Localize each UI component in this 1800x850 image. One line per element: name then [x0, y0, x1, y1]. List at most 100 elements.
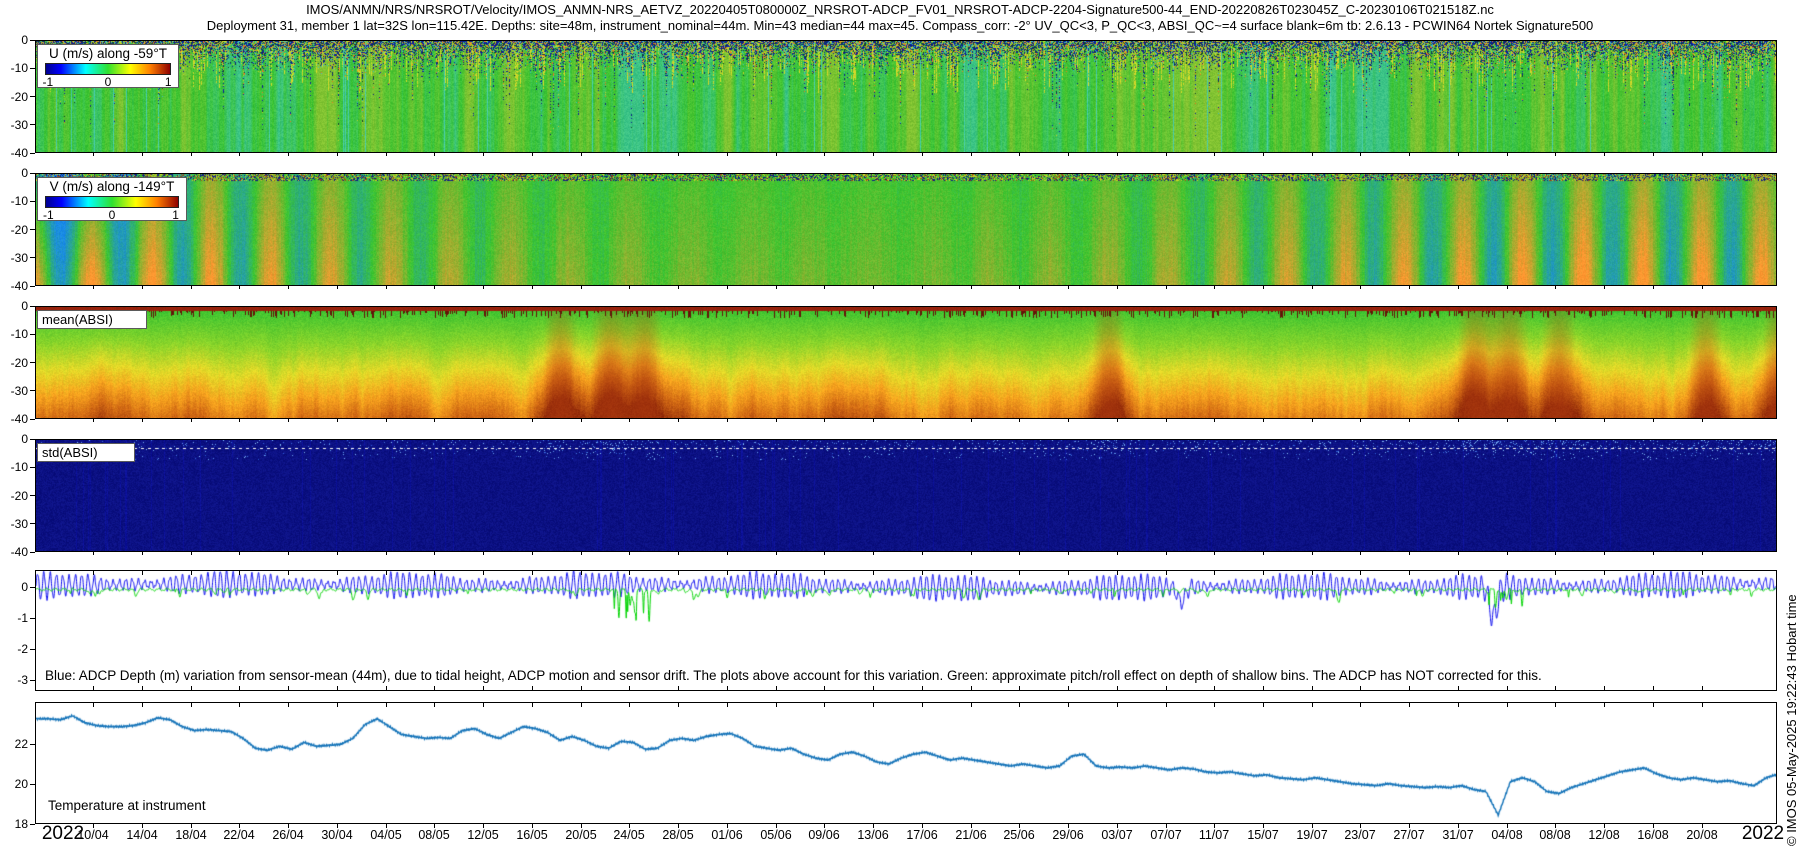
x-tick-mark: [1166, 686, 1167, 690]
y-tick-mark: [30, 419, 35, 420]
x-tick-label: 22/04: [223, 828, 255, 842]
mean-absi-label-box: mean(ABSI): [37, 310, 147, 329]
x-tick-mark: [824, 419, 825, 422]
y-tick-label: -30: [10, 251, 28, 265]
x-tick-mark: [678, 419, 679, 422]
x-tick-label: 08/08: [1539, 828, 1571, 842]
x-tick-label: 21/06: [955, 828, 987, 842]
x-tick-mark: [1214, 419, 1215, 422]
x-tick-mark: [191, 686, 192, 690]
x-tick-mark: [93, 686, 94, 690]
x-tick-mark: [1117, 552, 1118, 555]
x-tick-mark: [239, 571, 240, 575]
x-tick-label: 18/04: [175, 828, 207, 842]
x-tick-mark: [1360, 571, 1361, 575]
colorbar-tick-label: -1: [42, 75, 54, 89]
x-tick-mark: [581, 286, 582, 289]
x-tick-label: 20/05: [565, 828, 597, 842]
y-tick-mark: [30, 744, 35, 745]
y-tick-mark: [30, 306, 35, 307]
x-tick-mark: [971, 552, 972, 555]
x-tick-mark: [1458, 419, 1459, 422]
colorbar-tick-label: 0: [108, 208, 116, 222]
x-tick-mark: [971, 686, 972, 690]
x-tick-mark: [1360, 703, 1361, 707]
x-tick-mark: [239, 419, 240, 422]
y-tick-label: 18: [14, 817, 28, 831]
x-tick-mark: [142, 153, 143, 156]
u-velocity-colorbar-ticks: -1 0 1: [38, 75, 178, 89]
x-tick-mark: [337, 571, 338, 575]
x-tick-mark: [776, 703, 777, 707]
std-absi-label-box: std(ABSI): [37, 443, 135, 462]
x-tick-mark: [727, 153, 728, 156]
x-tick-mark: [1604, 571, 1605, 575]
y-tick-mark: [30, 257, 35, 258]
colorbar-tick-label: -1: [43, 208, 54, 222]
x-tick-mark: [1507, 571, 1508, 575]
x-tick-mark: [776, 153, 777, 156]
panel-mean-absi: [35, 306, 1777, 419]
x-tick-mark: [1019, 571, 1020, 575]
x-tick-label: 11/07: [1198, 828, 1230, 842]
x-tick-mark: [1702, 703, 1703, 707]
x-tick-mark: [1019, 419, 1020, 422]
x-tick-mark: [483, 286, 484, 289]
y-tick-label: -10: [10, 194, 28, 208]
y-tick-mark: [30, 362, 35, 363]
x-tick-mark: [824, 552, 825, 555]
x-tick-label: 17/06: [906, 828, 938, 842]
x-tick-mark: [239, 286, 240, 289]
x-tick-label: 29/06: [1052, 828, 1084, 842]
x-tick-mark: [1458, 552, 1459, 555]
x-tick-mark: [337, 419, 338, 422]
x-tick-mark: [191, 153, 192, 156]
y-tick-label: -30: [10, 118, 28, 132]
x-tick-mark: [1214, 686, 1215, 690]
x-tick-label: 27/07: [1393, 828, 1425, 842]
x-tick-label: 24/05: [613, 828, 645, 842]
x-tick-mark: [1117, 686, 1118, 690]
x-tick-mark: [971, 571, 972, 575]
x-tick-mark: [873, 703, 874, 707]
x-tick-mark: [288, 571, 289, 575]
u-velocity-legend-title: U (m/s) along -59°T: [49, 46, 167, 61]
y-tick-label: -40: [10, 146, 28, 160]
x-tick-mark: [434, 571, 435, 575]
u-velocity-legend: U (m/s) along -59°T -1 0 1: [37, 44, 179, 89]
x-tick-mark: [971, 153, 972, 156]
x-tick-mark: [1458, 686, 1459, 690]
y-tick-mark: [30, 173, 35, 174]
y-tick-label: -20: [10, 223, 28, 237]
x-tick-label: 05/06: [760, 828, 792, 842]
x-tick-mark: [776, 419, 777, 422]
x-tick-mark: [1507, 552, 1508, 555]
x-tick-mark: [1604, 153, 1605, 156]
y-tick-label: -10: [10, 61, 28, 75]
x-tick-mark: [239, 703, 240, 707]
x-tick-mark: [1166, 552, 1167, 555]
v-velocity-colorbar-ticks: -1 0 1: [38, 208, 186, 222]
x-tick-mark: [1458, 286, 1459, 289]
x-tick-mark: [678, 552, 679, 555]
x-tick-mark: [1555, 571, 1556, 575]
x-tick-mark: [824, 571, 825, 575]
depth-variation-note: Blue: ADCP Depth (m) variation from sens…: [45, 668, 1542, 683]
x-tick-mark: [1653, 571, 1654, 575]
colorbar-tick-label: 0: [104, 75, 112, 89]
x-tick-mark: [922, 419, 923, 422]
x-tick-label: 28/05: [662, 828, 694, 842]
y-tick-mark: [30, 390, 35, 391]
x-tick-mark: [1409, 571, 1410, 575]
x-tick-mark: [1702, 571, 1703, 575]
y-tick-label: 0: [21, 33, 28, 47]
x-tick-mark: [1653, 686, 1654, 690]
x-tick-mark: [922, 552, 923, 555]
colorbar-tick-label: 1: [172, 208, 179, 222]
x-tick-mark: [1409, 686, 1410, 690]
x-tick-mark: [386, 571, 387, 575]
mean-absi-label: mean(ABSI): [42, 312, 113, 327]
y-tick-label: -40: [10, 545, 28, 559]
x-tick-mark: [1360, 286, 1361, 289]
x-tick-mark: [971, 419, 972, 422]
